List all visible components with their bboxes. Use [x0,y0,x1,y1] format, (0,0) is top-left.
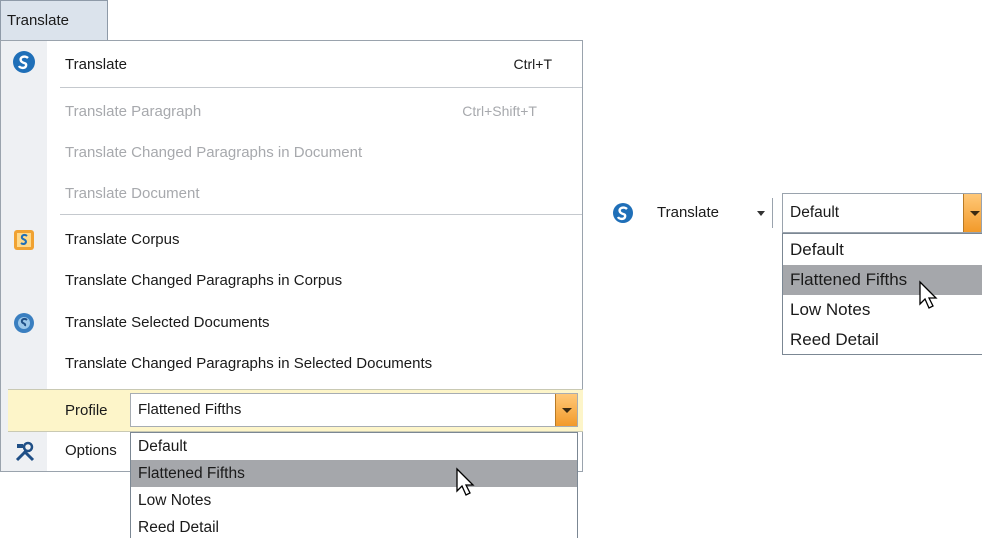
chevron-down-icon[interactable] [757,211,765,216]
toolbar-separator [772,198,773,228]
toolbar-profile-option-flattened-fifths[interactable]: Flattened Fifths [783,265,982,295]
translate-corpus-icon [13,229,35,251]
toolbar-profile-option-low-notes[interactable]: Low Notes [783,295,982,325]
profile-dropdown-button[interactable] [555,394,577,426]
toolbar-profile-select[interactable]: Default [782,193,982,233]
profile-option-default[interactable]: Default [131,433,577,460]
profile-options-list: Default Flattened Fifths Low Notes Reed … [130,432,578,538]
menu-item-label: Translate Paragraph [65,103,202,120]
toolbar-profile-select-value: Default [790,204,840,221]
profile-option-flattened-fifths[interactable]: Flattened Fifths [131,460,577,487]
profile-label: Profile [65,402,108,419]
tools-icon [14,441,36,463]
translate-selected-documents-icon [13,312,35,334]
menu-item-translate-changed-paragraphs-in-selected-documents[interactable]: Translate Changed Paragraphs in Selected… [47,342,582,385]
menu-item-label: Translate Corpus [65,231,180,248]
translate-toolbar-icon[interactable] [612,202,634,224]
menu-item-shortcut: Ctrl+T [513,56,553,72]
menu-item-translate-corpus[interactable]: Translate Corpus [47,218,582,261]
profile-option-reed-detail[interactable]: Reed Detail [131,514,577,541]
menu-separator [60,87,582,88]
menu-item-translate-document[interactable]: Translate Document [47,172,582,215]
menu-item-translate[interactable]: Translate Ctrl+T [47,43,582,86]
menu-item-label: Translate Document [65,185,200,202]
profile-select[interactable]: Flattened Fifths [130,393,578,427]
toolbar-profile-option-default[interactable]: Default [783,235,982,265]
toolbar-profile-options-list: Default Flattened Fifths Low Notes Reed … [782,233,982,355]
menu-separator [60,214,582,215]
menu-item-options[interactable]: Options [65,433,117,469]
profile-select-value: Flattened Fifths [138,401,242,418]
menu-item-label: Translate Changed Paragraphs in Document [65,144,363,161]
mouse-pointer-icon [919,280,938,309]
translate-icon [13,51,35,73]
translate-toolbar-button[interactable]: Translate [657,200,719,226]
menu-item-label: Translate Selected Documents [65,314,270,331]
profile-option-low-notes[interactable]: Low Notes [131,487,577,514]
menu-item-label: Translate [65,56,127,73]
menu-item-label: Translate Changed Paragraphs in Selected… [65,355,433,372]
menu-item-translate-changed-paragraphs-in-document[interactable]: Translate Changed Paragraphs in Document [47,131,582,174]
translate-menu-tab[interactable]: Translate [0,0,108,40]
toolbar-profile-dropdown-button[interactable] [963,194,981,232]
mouse-pointer-icon [456,467,475,496]
menu-item-translate-changed-paragraphs-in-corpus[interactable]: Translate Changed Paragraphs in Corpus [47,259,582,302]
menu-item-translate-selected-documents[interactable]: Translate Selected Documents [47,301,582,344]
menu-item-label: Translate Changed Paragraphs in Corpus [65,272,343,289]
menu-item-shortcut: Ctrl+Shift+T [462,103,537,119]
toolbar-profile-option-reed-detail[interactable]: Reed Detail [783,325,982,355]
menu-item-translate-paragraph[interactable]: Translate Paragraph Ctrl+Shift+T [47,90,582,133]
